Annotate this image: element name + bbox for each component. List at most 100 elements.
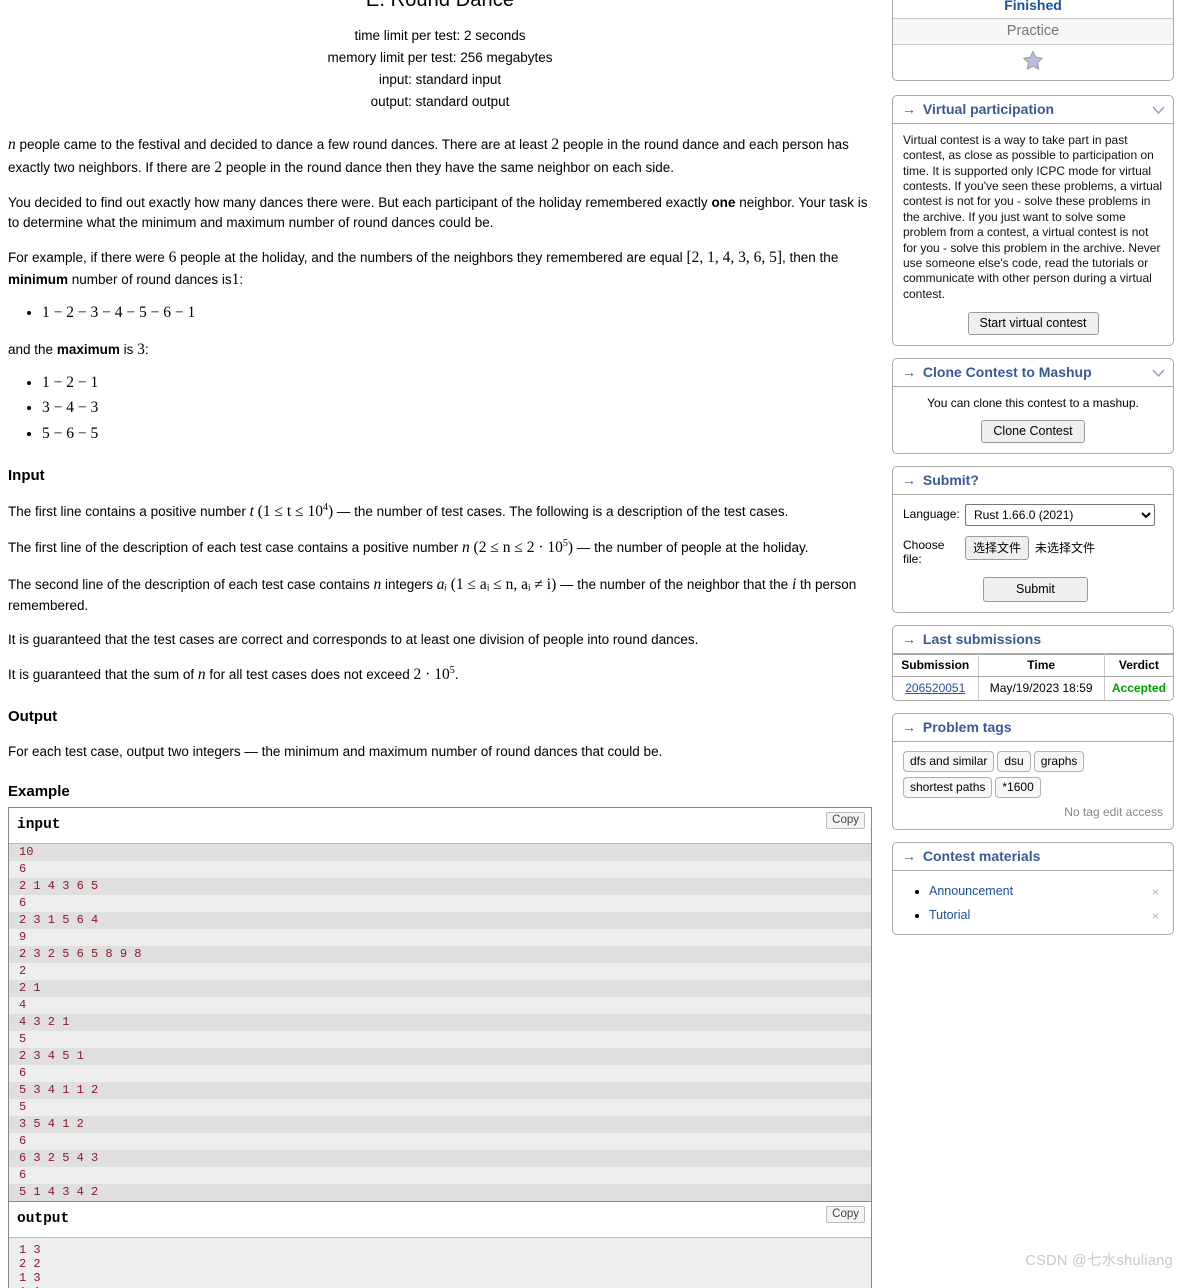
problem-body: n people came to the festival and decide… <box>0 134 880 803</box>
clone-contest-panel: → Clone Contest to Mashup You can clone … <box>892 357 1174 454</box>
input-paragraph-3: The second line of the description of ea… <box>8 575 857 614</box>
tag-item[interactable]: dfs and similar <box>903 751 995 773</box>
submit-title-text: Submit? <box>922 471 979 488</box>
tag-item[interactable]: shortest paths <box>903 777 993 799</box>
clone-contest-title-text: Clone Contest to Mashup <box>922 363 1092 380</box>
problem-limits: time limit per test: 2 seconds memory li… <box>0 25 880 112</box>
input-guarantee-2: It is guaranteed that the sum of n for a… <box>8 664 459 683</box>
choose-file-label: Choose file: <box>903 537 945 567</box>
arrow-right-icon: → <box>902 848 916 865</box>
last-submissions-title-text: Last submissions <box>922 631 1042 648</box>
input-mode: input: standard input <box>378 71 502 87</box>
contest-status-practice: Practice <box>893 19 1173 45</box>
announcement-link[interactable]: Announcement <box>929 884 1013 898</box>
clone-contest-text: You can clone this contest to a mashup. <box>927 395 1139 410</box>
arrow-right-icon: → <box>902 719 916 736</box>
copy-output-button[interactable]: Copy <box>826 1206 865 1224</box>
sample-input-line: 5 3 4 1 1 2 <box>9 1082 871 1100</box>
language-label: Language: <box>903 506 960 521</box>
list-item: 1 − 2 − 3 − 4 − 5 − 6 − 1 <box>42 301 872 324</box>
codeforces-problem-page: E. Round Dance time limit per test: 2 se… <box>0 0 1191 1288</box>
submissions-table: Submission Time Verdict 206520051 May/19… <box>893 654 1173 701</box>
submission-verdict-cell: Accepted <box>1111 681 1166 696</box>
star-icon[interactable] <box>1022 50 1044 74</box>
column-header-verdict: Verdict <box>1104 654 1173 678</box>
sample-input-line: 3 5 4 1 2 <box>9 1116 871 1134</box>
sample-input-line: 5 <box>9 1031 871 1049</box>
list-item: 1 − 2 − 1 <box>42 371 872 394</box>
sample-output-line: 1 3 <box>19 1271 41 1286</box>
close-icon[interactable]: × <box>1152 885 1159 899</box>
input-paragraph-1: The first line contains a positive numbe… <box>8 501 789 520</box>
minimum-dance-list: 1 − 2 − 3 − 4 − 5 − 6 − 1 <box>8 301 872 324</box>
table-header-row: Submission Time Verdict <box>893 654 1173 678</box>
virtual-participation-body: Virtual contest is a way to take part in… <box>893 124 1173 345</box>
favourite-star-row[interactable] <box>893 45 1173 80</box>
virtual-participation-text: Virtual contest is a way to take part in… <box>903 133 1163 301</box>
submission-id-cell[interactable]: 206520051 <box>893 676 979 701</box>
submit-button-row: Submit <box>903 575 1163 603</box>
chevron-down-icon[interactable] <box>1152 102 1165 115</box>
sample-input-line: 5 1 4 3 4 2 <box>9 1184 871 1202</box>
sample-input-line: 4 <box>9 997 871 1015</box>
start-virtual-contest-button[interactable]: Start virtual contest <box>967 311 1099 335</box>
problem-tags-title-text: Problem tags <box>922 719 1012 736</box>
var-n: n <box>8 136 16 154</box>
arrow-right-icon: → <box>902 101 916 117</box>
sample-input-line: 10 <box>9 844 871 862</box>
page-title: E. Round Dance <box>365 0 515 11</box>
no-tag-edit-access-text: No tag edit access <box>1064 805 1163 820</box>
virtual-participation-panel: → Virtual participation Virtual contest … <box>892 95 1174 346</box>
language-select[interactable]: Rust 1.66.0 (2021) <box>965 503 1155 526</box>
output-section-heading: Output <box>8 708 58 726</box>
tag-item[interactable]: graphs <box>1033 751 1085 773</box>
neighbor-array: [2, 1, 4, 3, 6, 5] <box>686 248 783 266</box>
virtual-participation-title: → Virtual participation <box>893 96 1173 124</box>
maximum-dance-list: 1 − 2 − 1 3 − 4 − 3 5 − 6 − 5 <box>8 371 872 445</box>
statement-paragraph-1: n people came to the festival and decide… <box>8 136 849 176</box>
output-paragraph: For each test case, output two integers … <box>8 743 663 759</box>
output-label: output <box>17 1211 70 1228</box>
sample-input-line: 2 3 4 5 1 <box>9 1048 871 1066</box>
statement-paragraph-2: You decided to find out exactly how many… <box>8 195 868 230</box>
problem-tags-body: dfs and similar dsu graphs shortest paths *1… <box>893 742 1173 829</box>
tag-item[interactable]: *1600 <box>995 777 1041 799</box>
last-submissions-title: → Last submissions <box>893 626 1173 655</box>
choose-file-button[interactable]: 选择文件 <box>965 535 1030 560</box>
submit-title: → Submit? <box>893 467 1173 495</box>
tag-item[interactable]: dsu <box>997 751 1031 773</box>
input-guarantee-1: It is guaranteed that the test cases are… <box>8 631 699 647</box>
clone-contest-body: You can clone this contest to a mashup. … <box>893 387 1173 453</box>
file-input[interactable]: 选择文件 未选择文件 <box>965 535 1095 560</box>
copy-input-button[interactable]: Copy <box>826 812 865 830</box>
sample-output-line: 2 2 <box>19 1257 41 1272</box>
last-submissions-panel: → Last submissions Submission Time Verdi… <box>892 625 1174 702</box>
sample-input-line: 6 <box>9 1167 871 1185</box>
sample-input-content: 10 6 2 1 4 3 6 562 3 1 5 6 492 3 2 5 6 5 8… <box>9 844 871 1202</box>
tutorial-link[interactable]: Tutorial <box>929 908 970 922</box>
sample-output-line: 1 3 <box>19 1243 41 1258</box>
column-header-time: Time <box>978 654 1105 678</box>
contest-materials-title: → Contest materials <box>893 843 1173 872</box>
example-section-heading: Example <box>8 783 70 801</box>
arrow-right-icon: → <box>902 631 916 648</box>
contest-materials-body: Announcement × Tutorial × <box>893 871 1173 934</box>
contest-status-finished: Finished <box>893 0 1173 19</box>
chevron-down-icon[interactable] <box>1152 365 1165 377</box>
close-icon[interactable]: × <box>1152 909 1159 923</box>
sample-input-line: 6 3 2 5 4 3 <box>9 1150 871 1168</box>
clone-contest-button[interactable]: Clone Contest <box>981 419 1085 443</box>
list-item: 3 − 4 − 3 <box>42 396 872 419</box>
sample-input-line: 2 3 1 5 6 4 <box>9 912 871 930</box>
submit-body: Language: Rust 1.66.0 (2021) Choose file… <box>893 495 1173 612</box>
submit-button[interactable]: Submit <box>983 577 1088 603</box>
sample-output-content: 1 32 21 31 11 21 11 12 21 21 1 <box>9 1238 871 1288</box>
sample-input-line: 2 1 <box>9 980 871 998</box>
contest-status-table: Finished Practice <box>892 0 1174 81</box>
problem-tags-title: → Problem tags <box>893 714 1173 743</box>
sample-input-line: 6 <box>9 861 871 879</box>
input-section-heading: Input <box>8 466 45 484</box>
submission-link[interactable]: 206520051 <box>905 681 965 695</box>
problem-statement-column: E. Round Dance time limit per test: 2 se… <box>0 0 880 1288</box>
sample-input-line: 2 <box>9 963 871 981</box>
